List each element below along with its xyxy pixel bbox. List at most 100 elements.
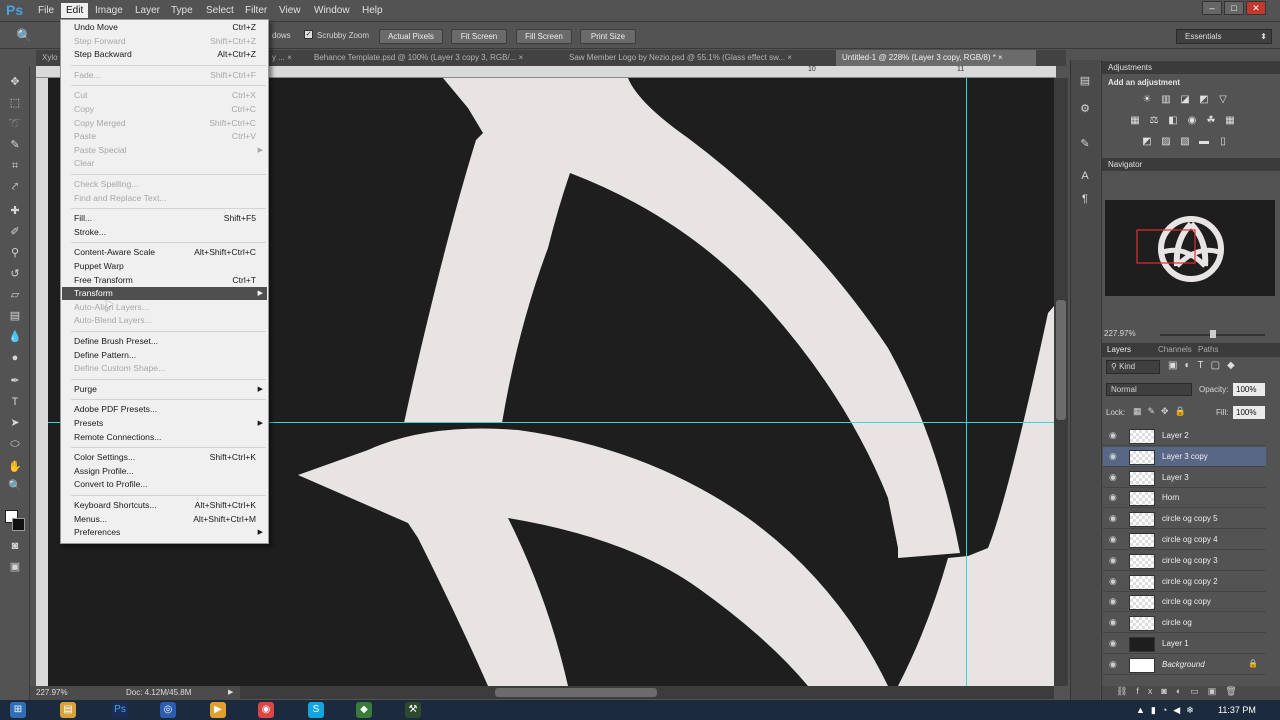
menu-item-remote-connections[interactable]: Remote Connections...	[62, 431, 267, 444]
tab-saw-member-logo[interactable]: Saw Member Logo by Nezio.psd @ 55.1% (Gl…	[563, 50, 833, 66]
visibility-eye-icon[interactable]: ◉	[1109, 555, 1117, 566]
layer-row[interactable]: ◉ circle og copy 3	[1103, 550, 1266, 571]
status-zoom[interactable]: 227.97%	[36, 686, 68, 700]
exposure-icon[interactable]: ◩	[1197, 94, 1211, 106]
marquee-tool-icon[interactable]: ⬚	[6, 95, 24, 111]
blur-tool-icon[interactable]: 💧	[6, 329, 24, 345]
app-icon[interactable]: ⚒	[405, 702, 421, 718]
layer-name[interactable]: Background	[1162, 660, 1205, 669]
tab-xylo[interactable]: Xylo	[36, 50, 60, 66]
layer-name[interactable]: circle og copy 5	[1162, 514, 1218, 523]
layer-name[interactable]: circle og	[1162, 618, 1192, 627]
visibility-eye-icon[interactable]: ◉	[1109, 596, 1117, 607]
explorer-icon[interactable]: ▤	[60, 702, 76, 718]
menu-window[interactable]: Window	[314, 5, 350, 16]
layer-row[interactable]: ◉ circle og copy 2	[1103, 571, 1266, 592]
visibility-eye-icon[interactable]: ◉	[1109, 430, 1117, 441]
print-size-button[interactable]: Print Size	[580, 29, 636, 44]
posterize-icon[interactable]: ▨	[1159, 136, 1173, 148]
minimize-button[interactable]: –	[1202, 1, 1222, 15]
layer-row[interactable]: ◉ circle og copy 4	[1103, 530, 1266, 550]
menu-item-keyboard-shortcuts[interactable]: Keyboard Shortcuts... Alt+Shift+Ctrl+K	[62, 499, 267, 512]
layer-name[interactable]: circle og copy	[1162, 597, 1211, 606]
clone-stamp-tool-icon[interactable]: ⚲	[6, 245, 24, 261]
menu-item-color-settings[interactable]: Color Settings... Shift+Ctrl+K	[62, 451, 267, 464]
layer-filter-kind[interactable]: ⚲ Kind	[1106, 360, 1160, 374]
lock-icons[interactable]: ▦✎✥🔒	[1133, 406, 1192, 417]
layer-row[interactable]: ◉ circle og copy 5	[1103, 509, 1266, 530]
menu-select[interactable]: Select	[206, 5, 234, 16]
color-lookup-icon[interactable]: ▦	[1223, 115, 1237, 127]
menu-file[interactable]: File	[38, 5, 54, 16]
visibility-eye-icon[interactable]: ◉	[1109, 513, 1117, 524]
path-selection-tool-icon[interactable]: ➤	[6, 415, 24, 431]
layer-row[interactable]: ◉ Layer 3 copy	[1103, 446, 1266, 467]
history-brush-tool-icon[interactable]: ↺	[6, 266, 24, 282]
layer-name[interactable]: circle og copy 3	[1162, 556, 1218, 565]
fill-screen-button[interactable]: Fill Screen	[516, 29, 572, 44]
black-white-icon[interactable]: ◧	[1166, 115, 1180, 127]
visibility-eye-icon[interactable]: ◉	[1109, 638, 1117, 649]
type-tool-icon[interactable]: T	[6, 394, 24, 410]
gradient-tool-icon[interactable]: ▤	[6, 308, 24, 324]
dodge-tool-icon[interactable]: ●	[6, 350, 24, 366]
channel-mixer-icon[interactable]: ☘	[1204, 115, 1218, 127]
vertical-scroll-thumb[interactable]	[1056, 300, 1066, 420]
tab-paths[interactable]: Paths	[1198, 345, 1218, 354]
layers-footer-icons[interactable]: ⛓fx◙◐▭▣🗑	[1102, 686, 1280, 700]
invert-icon[interactable]: ◩	[1140, 136, 1154, 148]
layer-filter-icons[interactable]: ▣◐T▢◆	[1168, 360, 1242, 371]
menu-help[interactable]: Help	[362, 5, 383, 16]
visibility-eye-icon[interactable]: ◉	[1109, 659, 1117, 670]
curves-icon[interactable]: ◪	[1178, 94, 1192, 106]
layer-row[interactable]: ◉ Layer 2	[1103, 426, 1266, 446]
background-color-swatch[interactable]	[12, 518, 25, 531]
menu-edit[interactable]: Edit	[61, 3, 89, 18]
adjustments-panel-header[interactable]: Adjustments	[1102, 61, 1280, 74]
menu-item-fill[interactable]: Fill... Shift+F5	[62, 212, 267, 225]
status-arrow-icon[interactable]: ▶	[228, 686, 233, 700]
menu-item-free-transform[interactable]: Free Transform Ctrl+T	[62, 274, 267, 287]
close-button[interactable]: ✕	[1246, 1, 1266, 15]
navigator-zoom[interactable]: 227.97%	[1104, 329, 1136, 338]
crop-tool-icon[interactable]: ⌗	[6, 158, 24, 174]
scrubby-zoom-checkbox[interactable]: ✓	[304, 30, 313, 39]
tab-channels[interactable]: Channels	[1158, 345, 1192, 354]
quick-mask-icon[interactable]: ◙	[6, 538, 24, 554]
maximize-button[interactable]: □	[1224, 1, 1244, 15]
horizontal-scroll-thumb[interactable]	[495, 688, 657, 697]
menu-item-content-aware-scale[interactable]: Content-Aware Scale Alt+Shift+Ctrl+C	[62, 246, 267, 259]
threshold-icon[interactable]: ▧	[1178, 136, 1192, 148]
menu-item-stroke[interactable]: Stroke...	[62, 226, 267, 239]
tab-partial[interactable]: y ... ×	[266, 50, 306, 66]
tab-behance-template[interactable]: Behance Template.psd @ 100% (Layer 3 cop…	[308, 50, 560, 66]
screen-mode-icon[interactable]: ▣	[6, 559, 24, 575]
layer-name[interactable]: circle og copy 4	[1162, 535, 1218, 544]
photoshop-taskbar-icon[interactable]: Ps	[112, 702, 128, 718]
eraser-tool-icon[interactable]: ▱	[6, 287, 24, 303]
fill-input[interactable]: 100%	[1233, 406, 1265, 419]
color-balance-icon[interactable]: ⚖	[1147, 115, 1161, 127]
start-button-icon[interactable]: ⊞	[10, 702, 26, 718]
layer-name[interactable]: Layer 2	[1162, 431, 1189, 440]
zoom-tool-small-icon[interactable]: 🔍	[6, 478, 24, 494]
tab-untitled-1[interactable]: Untitled-1 @ 228% (Layer 3 copy, RGB/8) …	[836, 50, 1036, 66]
menu-image[interactable]: Image	[95, 5, 123, 16]
ellipse-tool-icon[interactable]: ⬭	[6, 436, 24, 452]
menu-item-assign-profile[interactable]: Assign Profile...	[62, 465, 267, 478]
eyedropper-tool-icon[interactable]: ⤤	[6, 179, 24, 195]
layer-row[interactable]: ◉ Background 🔒	[1103, 654, 1266, 675]
fit-screen-button[interactable]: Fit Screen	[451, 29, 507, 44]
layer-row[interactable]: ◉ Layer 3	[1103, 467, 1266, 488]
visibility-eye-icon[interactable]: ◉	[1109, 492, 1117, 503]
media-player-icon[interactable]: ▶	[210, 702, 226, 718]
zoom-tool-icon[interactable]: 🔍	[16, 28, 32, 44]
opacity-input[interactable]: 100%	[1233, 383, 1265, 396]
workspace-select[interactable]: Essentials ⬍	[1176, 29, 1272, 44]
menu-item-preferences[interactable]: Preferences ▶	[62, 526, 267, 539]
layer-row[interactable]: ◉ circle og copy	[1103, 592, 1266, 613]
navigator-preview[interactable]	[1105, 200, 1275, 296]
layer-row[interactable]: ◉ circle og	[1103, 613, 1266, 634]
layer-row[interactable]: ◉ Layer 1	[1103, 634, 1266, 654]
quick-select-tool-icon[interactable]: ✎	[6, 137, 24, 153]
